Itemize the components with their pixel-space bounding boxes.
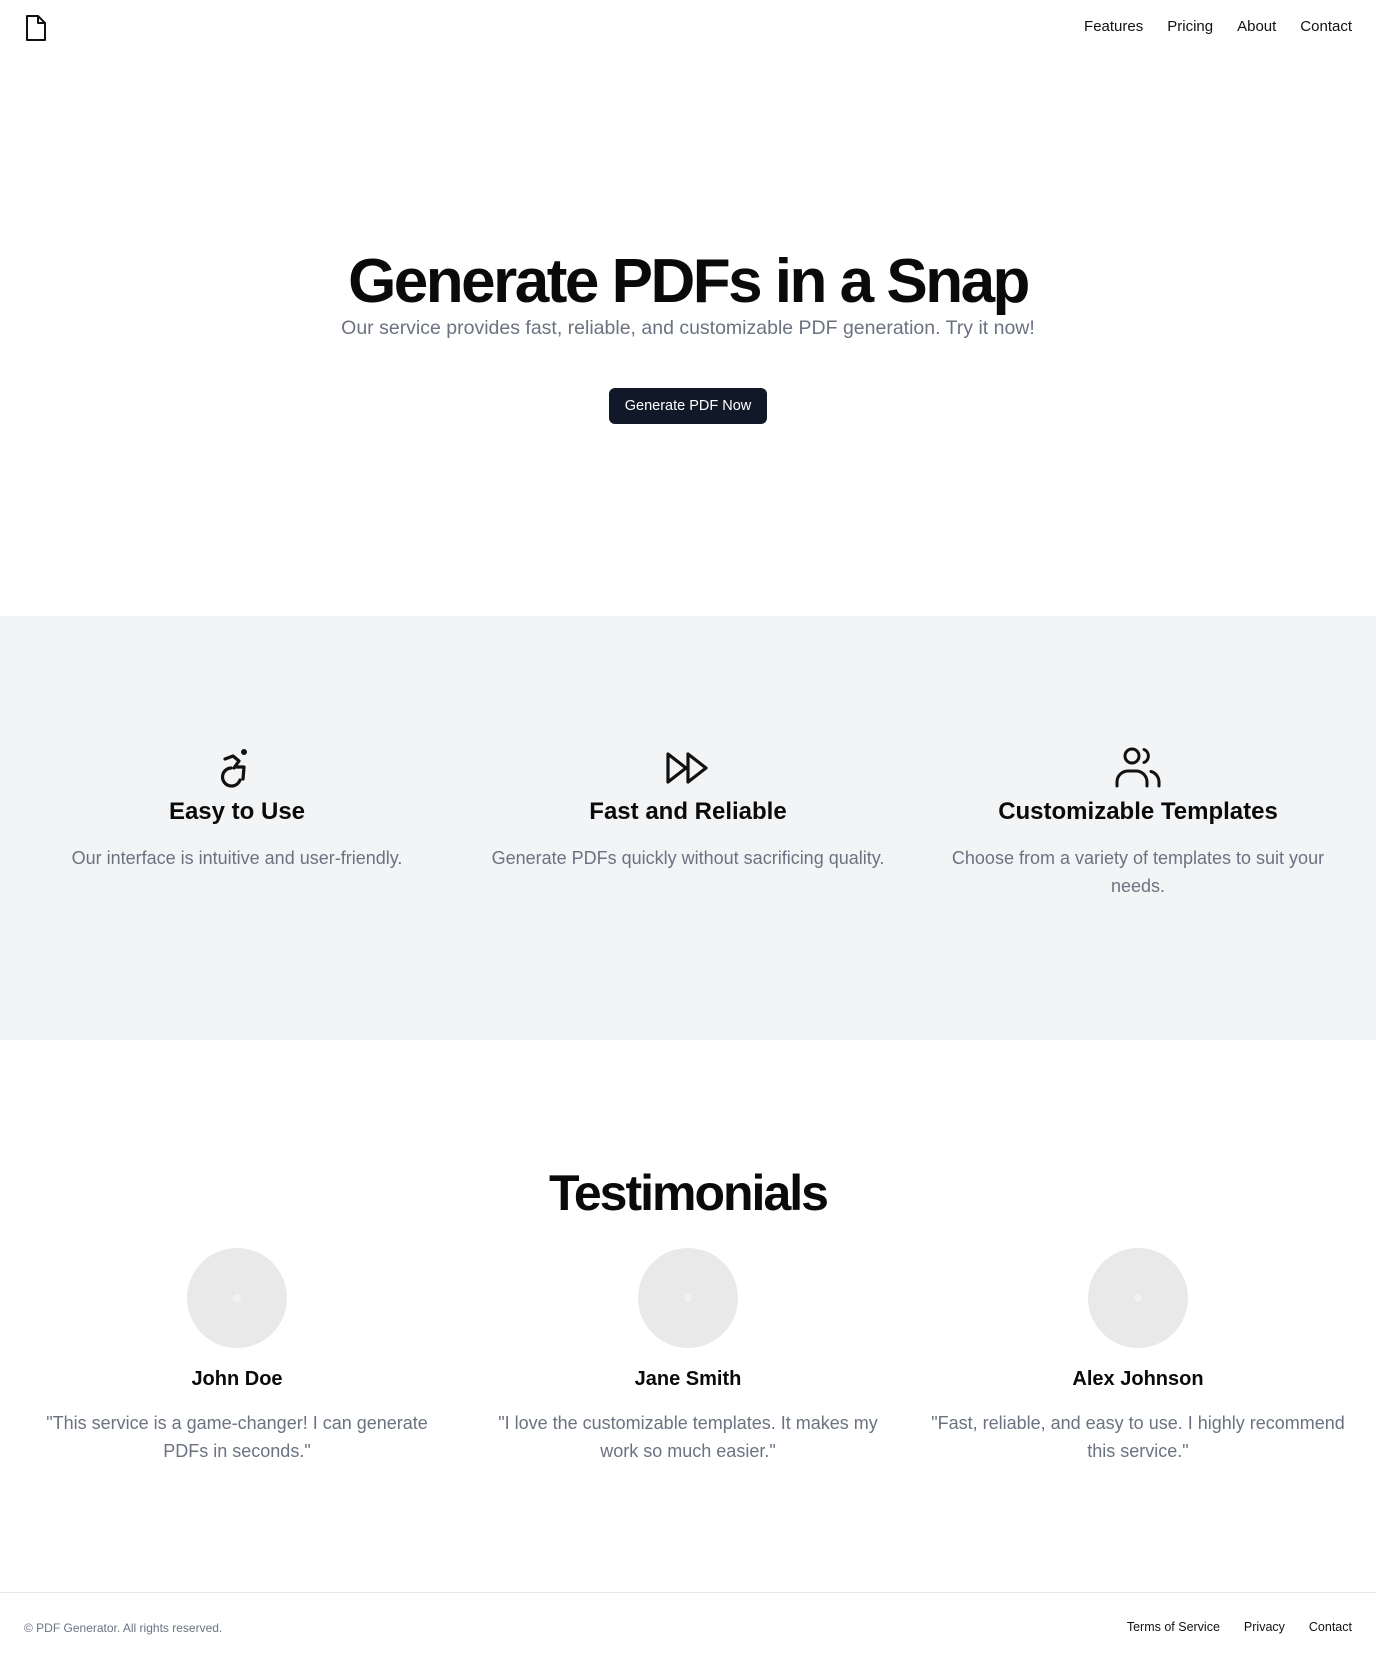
- testimonial-name: Jane Smith: [634, 1368, 742, 1390]
- hero-section: Generate PDFs in a Snap Our service prov…: [0, 56, 1376, 616]
- nav-link-about[interactable]: About: [1237, 18, 1276, 35]
- page-footer: © PDF Generator. All rights reserved. Te…: [0, 1592, 1376, 1657]
- footer-nav: Terms of Service Privacy Contact: [1127, 1620, 1352, 1634]
- testimonial-name: Alex Johnson: [1072, 1368, 1204, 1390]
- avatar: [187, 1248, 287, 1348]
- avatar: [1088, 1248, 1188, 1348]
- nav-link-pricing[interactable]: Pricing: [1167, 18, 1213, 35]
- generate-pdf-button[interactable]: Generate PDF Now: [609, 388, 767, 424]
- testimonial-card: Alex Johnson "Fast, reliable, and easy t…: [923, 1248, 1353, 1465]
- accessibility-icon: [220, 749, 247, 788]
- file-icon[interactable]: [24, 14, 48, 42]
- nav-link-features[interactable]: Features: [1084, 18, 1143, 35]
- feature-description: Choose from a variety of templates to su…: [951, 848, 1325, 896]
- testimonial-quote: "Fast, reliable, and easy to use. I high…: [931, 1413, 1345, 1461]
- testimonials-section: Testimonials John Doe "This service is a…: [0, 1040, 1376, 1592]
- nav-link-contact[interactable]: Contact: [1300, 18, 1352, 35]
- hero-subtitle: Our service provides fast, reliable, and…: [341, 317, 1035, 339]
- footer-link-privacy[interactable]: Privacy: [1244, 1620, 1285, 1634]
- feature-description: Our interface is intuitive and user-frie…: [71, 848, 403, 868]
- feature-description: Generate PDFs quickly without sacrificin…: [491, 848, 885, 868]
- top-navbar: Features Pricing About Contact: [0, 0, 1376, 56]
- testimonial-card: Jane Smith "I love the customizable temp…: [473, 1248, 903, 1465]
- testimonials-heading: Testimonials: [549, 1165, 829, 1221]
- feature-title: Fast and Reliable: [589, 798, 787, 825]
- testimonial-card: John Doe "This service is a game-changer…: [22, 1248, 452, 1465]
- footer-link-terms[interactable]: Terms of Service: [1127, 1620, 1220, 1634]
- copyright-text: © PDF Generator. All rights reserved.: [24, 1621, 223, 1635]
- feature-title: Customizable Templates: [998, 798, 1278, 825]
- testimonial-name: John Doe: [191, 1368, 283, 1390]
- hero-title: Generate PDFs in a Snap: [348, 247, 1030, 316]
- fast-forward-icon: [666, 752, 708, 784]
- testimonial-quote: "I love the customizable templates. It m…: [498, 1413, 878, 1461]
- feature-title: Easy to Use: [168, 798, 306, 825]
- feature-card: Easy to Use Our interface is intuitive a…: [27, 744, 447, 872]
- users-icon: [1115, 747, 1161, 788]
- features-section: Easy to Use Our interface is intuitive a…: [0, 616, 1376, 1040]
- main-nav: Features Pricing About Contact: [1084, 18, 1352, 35]
- testimonial-quote: "This service is a game-changer! I can g…: [46, 1413, 428, 1461]
- footer-link-contact[interactable]: Contact: [1309, 1620, 1352, 1634]
- feature-card: Fast and Reliable Generate PDFs quickly …: [478, 744, 898, 872]
- feature-card: Customizable Templates Choose from a var…: [928, 744, 1348, 900]
- avatar: [638, 1248, 738, 1348]
